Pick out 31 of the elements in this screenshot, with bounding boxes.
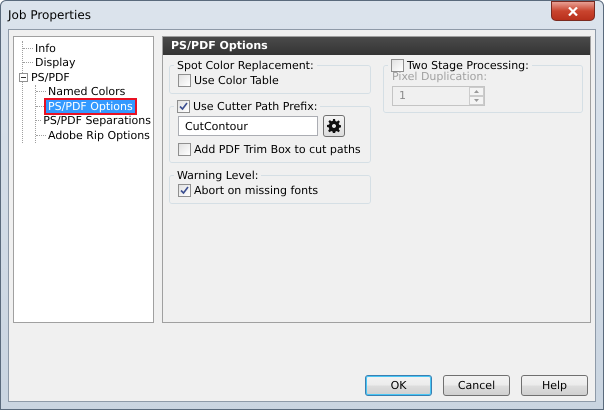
checkbox-label: Use Cutter Path Prefix: — [193, 100, 318, 113]
checkbox-label: Use Color Table — [194, 74, 279, 87]
gear-icon — [327, 119, 341, 133]
dialog-button[interactable]: Cancel — [443, 375, 510, 396]
tree-item[interactable]: PS/PDF — [29, 70, 72, 84]
group-title: Warning Level: — [177, 169, 258, 182]
tree-item[interactable]: Adobe Rip Options — [46, 128, 152, 142]
tree-item[interactable]: PS/PDF Separations — [41, 114, 153, 128]
dialog-button[interactable]: OK — [365, 375, 432, 396]
checkbox[interactable] — [178, 184, 191, 197]
spin-value: 1 — [398, 88, 407, 104]
tree-item[interactable]: Display — [33, 56, 78, 70]
close-button[interactable] — [551, 1, 595, 21]
checkbox-label: Two Stage Processing: — [407, 59, 529, 72]
checkbox[interactable] — [178, 74, 191, 87]
dialog-button[interactable]: Help — [521, 375, 588, 396]
checkbox-label: Add PDF Trim Box to cut paths — [194, 143, 361, 156]
checkbox[interactable] — [177, 100, 190, 113]
checkbox[interactable] — [391, 59, 404, 72]
field-label: Pixel Duplication: — [392, 70, 488, 83]
window-title: Job Properties — [8, 8, 91, 22]
collapse-icon[interactable] — [19, 72, 28, 82]
close-icon — [568, 6, 578, 16]
checkbox[interactable] — [178, 143, 191, 156]
text-field[interactable]: CutContour — [178, 116, 318, 136]
settings-button[interactable] — [323, 115, 345, 137]
group-title: Spot Color Replacement: — [177, 59, 314, 72]
tree-item[interactable]: Named Colors — [46, 85, 128, 98]
tree-item[interactable]: Info — [33, 42, 58, 55]
checkbox-label: Abort on missing fonts — [194, 184, 318, 197]
panel-title: PS/PDF Options — [163, 37, 590, 55]
